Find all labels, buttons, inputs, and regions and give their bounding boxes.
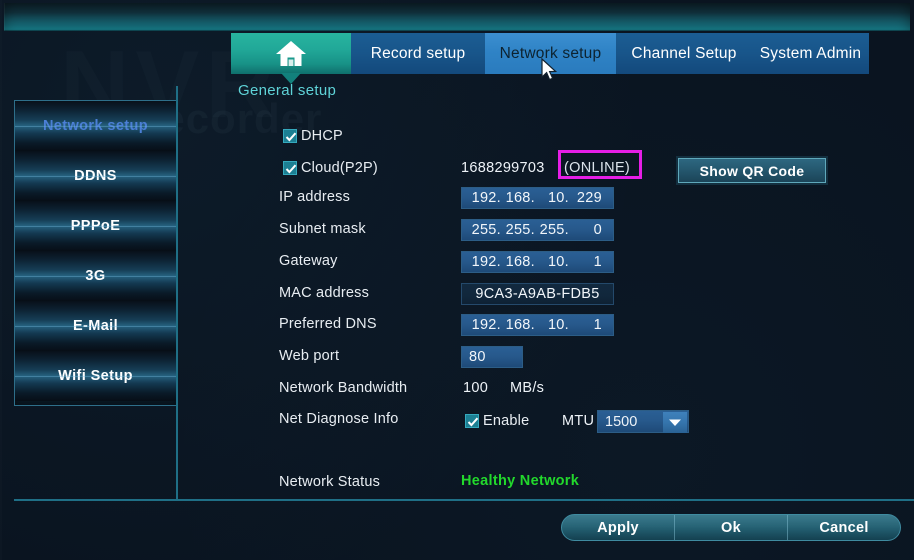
preferred-dns-input[interactable]: 192. 168. 10. 1 xyxy=(461,314,614,336)
network-settings-form: DHCP Cloud(P2P) 1688299703 (ONLINE) Show… xyxy=(0,0,914,560)
footer-button-bar: Apply Ok Cancel xyxy=(561,514,901,541)
apply-button-label: Apply xyxy=(597,520,639,536)
mask-octet-2: 255. xyxy=(501,222,535,238)
gw-octet-4: 1 xyxy=(569,254,602,270)
cloud-p2p-checkbox[interactable] xyxy=(283,161,297,175)
check-icon xyxy=(467,416,479,428)
ip-octet-4: 229 xyxy=(569,190,602,206)
mask-octet-3: 255. xyxy=(535,222,569,238)
dns-octet-3: 10. xyxy=(535,317,569,333)
gw-octet-2: 168. xyxy=(501,254,535,270)
app-window: NVR Recorder Record setup Network setup … xyxy=(0,0,914,560)
net-diagnose-enable-checkbox[interactable] xyxy=(465,414,479,428)
ip-octet-1: 192. xyxy=(469,190,501,206)
gw-octet-1: 192. xyxy=(469,254,501,270)
preferred-dns-label: Preferred DNS xyxy=(279,316,377,332)
network-bandwidth-value: 100 xyxy=(463,380,488,396)
ok-button[interactable]: Ok xyxy=(675,515,788,540)
dns-octet-1: 192. xyxy=(469,317,501,333)
mask-octet-4: 0 xyxy=(569,222,602,238)
dhcp-label: DHCP xyxy=(301,128,343,144)
web-port-input[interactable]: 80 xyxy=(461,346,523,368)
network-bandwidth-unit: MB/s xyxy=(510,380,544,396)
check-icon xyxy=(285,131,297,143)
network-status-value: Healthy Network xyxy=(461,473,579,489)
dhcp-checkbox[interactable] xyxy=(283,129,297,143)
apply-button[interactable]: Apply xyxy=(562,515,675,540)
ok-button-label: Ok xyxy=(721,520,741,536)
cancel-button[interactable]: Cancel xyxy=(788,515,900,540)
network-bandwidth-label: Network Bandwidth xyxy=(279,380,407,396)
check-icon xyxy=(285,163,297,175)
mtu-value: 1500 xyxy=(605,414,637,430)
mac-address-label: MAC address xyxy=(279,285,369,301)
show-qr-code-label: Show QR Code xyxy=(700,163,805,179)
gateway-label: Gateway xyxy=(279,253,338,269)
dns-octet-4: 1 xyxy=(569,317,602,333)
mac-address-value: 9CA3-A9AB-FDB5 xyxy=(461,283,614,305)
cloud-device-id: 1688299703 xyxy=(461,160,545,176)
ip-address-label: IP address xyxy=(279,189,350,205)
cloud-p2p-label: Cloud(P2P) xyxy=(301,160,378,176)
mtu-label: MTU xyxy=(562,413,594,429)
ip-address-input[interactable]: 192. 168. 10. 229 xyxy=(461,187,614,209)
ip-octet-3: 10. xyxy=(535,190,569,206)
gw-octet-3: 10. xyxy=(535,254,569,270)
show-qr-code-button[interactable]: Show QR Code xyxy=(678,158,826,183)
dns-octet-2: 168. xyxy=(501,317,535,333)
net-diagnose-label: Net Diagnose Info xyxy=(279,411,398,427)
cloud-status-highlight xyxy=(558,150,642,179)
net-diagnose-enable-label: Enable xyxy=(483,413,529,429)
ip-octet-2: 168. xyxy=(501,190,535,206)
mtu-dropdown[interactable]: 1500 xyxy=(597,410,689,433)
web-port-label: Web port xyxy=(279,348,339,364)
gateway-input[interactable]: 192. 168. 10. 1 xyxy=(461,251,614,273)
subnet-mask-label: Subnet mask xyxy=(279,221,366,237)
cancel-button-label: Cancel xyxy=(819,520,868,536)
chevron-down-icon[interactable] xyxy=(663,412,687,433)
subnet-mask-input[interactable]: 255. 255. 255. 0 xyxy=(461,219,614,241)
network-status-label: Network Status xyxy=(279,474,380,490)
mask-octet-1: 255. xyxy=(469,222,501,238)
